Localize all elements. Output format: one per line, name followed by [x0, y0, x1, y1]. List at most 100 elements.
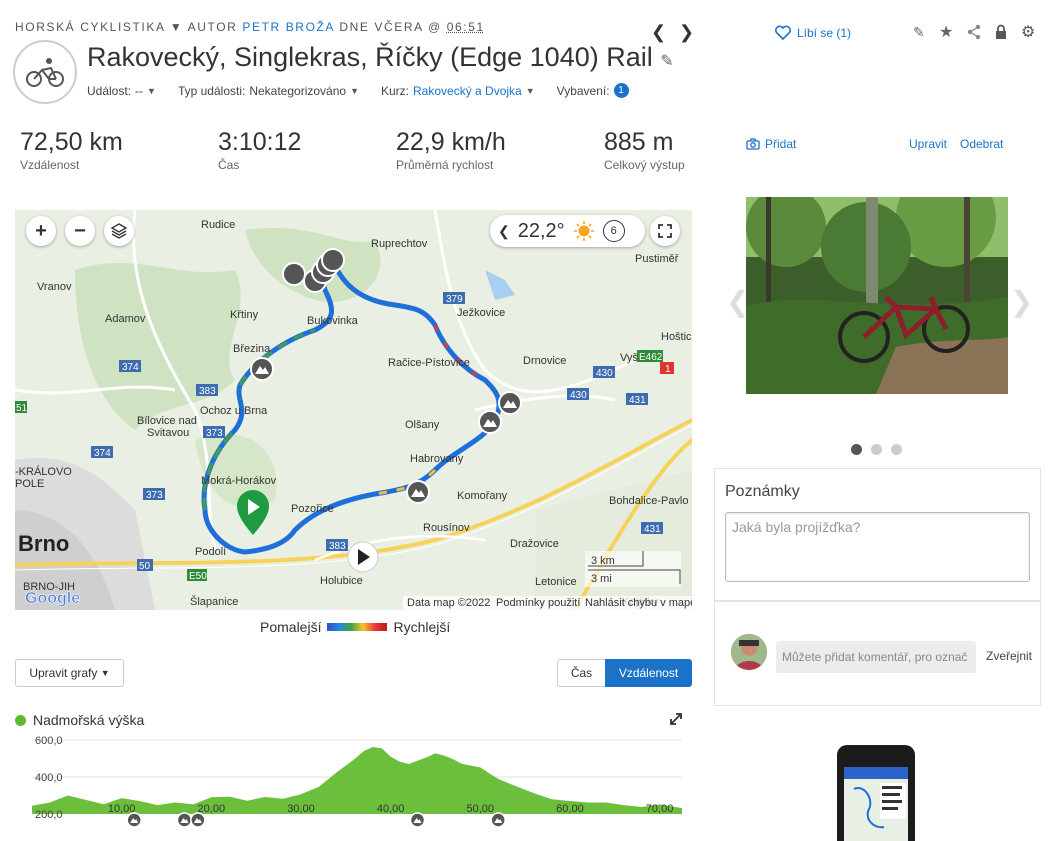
y-tick-label: 400,0 — [35, 772, 63, 784]
photo-page-dot[interactable] — [871, 444, 882, 455]
svg-text:Křtiny: Křtiny — [230, 309, 259, 321]
svg-text:Hoštice: Hoštice — [661, 331, 692, 343]
svg-text:50: 50 — [139, 561, 151, 572]
svg-text:51: 51 — [16, 403, 28, 414]
publish-button[interactable]: Zveřejnit — [986, 649, 1032, 663]
svg-text:431: 431 — [629, 395, 646, 406]
activity-meta: Událost: -- ▼ Typ události: Nekategorizován… — [87, 83, 647, 98]
svg-text:Komořany: Komořany — [457, 490, 508, 502]
caret-down-icon: ▼ — [147, 85, 156, 96]
comment-input[interactable]: Můžete přidat komentář, pro označ — [776, 641, 976, 673]
distance-toggle[interactable]: Vzdálenost — [605, 659, 692, 687]
weather-widget[interactable]: ❮ 22,2° 6 — [490, 215, 645, 247]
gear-count-badge: 1 — [613, 83, 629, 98]
play-route-button[interactable] — [347, 541, 379, 573]
chevron-left-icon[interactable]: ❮ — [726, 285, 749, 318]
activity-type[interactable]: HORSKÁ CYKLISTIKA — [15, 20, 165, 34]
stat-time: 3:10:12 Čas — [218, 128, 302, 172]
series-dot — [15, 714, 26, 726]
svg-text:Vranov: Vranov — [37, 281, 72, 293]
map-report-link[interactable]: Nahlásit chybu v mapě — [585, 597, 692, 609]
event-dropdown[interactable]: Událost: -- ▼ — [87, 84, 156, 98]
svg-text:373: 373 — [146, 490, 163, 501]
summit-marker[interactable] — [498, 391, 522, 415]
edit-photo-link[interactable]: Upravit — [909, 137, 947, 151]
svg-text:374: 374 — [122, 362, 139, 373]
svg-text:E50: E50 — [189, 571, 207, 582]
x-tick-label: 60,00 — [556, 803, 584, 815]
photo-page-dot[interactable] — [891, 444, 902, 455]
expand-chart-icon[interactable] — [670, 712, 682, 730]
avatar — [731, 634, 767, 670]
svg-text:3 mi: 3 mi — [591, 573, 612, 585]
x-tick-label: 40,00 — [377, 803, 405, 815]
y-tick-label: 600,0 — [35, 735, 63, 747]
svg-text:Holubice: Holubice — [320, 575, 363, 587]
pencil-icon[interactable]: ✎ — [913, 24, 925, 41]
svg-text:383: 383 — [199, 386, 216, 397]
svg-text:Letonice: Letonice — [535, 576, 577, 588]
svg-text:3 km: 3 km — [591, 555, 615, 567]
pencil-icon[interactable]: ✎ — [660, 53, 673, 70]
elevation-chart[interactable]: 600,0400,0200,0 10,00 20,00 30,00 40,00 50,00… — [0, 730, 700, 841]
gear-icon[interactable]: ⚙ — [1021, 22, 1035, 42]
chevron-left-icon[interactable]: ❮ — [651, 22, 666, 43]
caret-down-icon: ▼ — [100, 668, 110, 678]
stat-avg-speed: 22,9 km/h Průměrná rychlost — [396, 128, 506, 172]
activity-photo[interactable] — [746, 197, 1008, 394]
course-dropdown[interactable]: Kurz: Rakovecký a Dvojka ▼ — [381, 84, 535, 98]
caret-down-icon: ▼ — [525, 85, 535, 96]
author-link[interactable]: PETR BROŽA — [242, 20, 334, 34]
chevron-right-icon[interactable]: ❯ — [679, 22, 694, 43]
svg-text:Ruprechtov: Ruprechtov — [371, 238, 428, 250]
x-tick-label: 70,00 — [646, 803, 674, 815]
route-map[interactable]: Rudice Ruprechtov Pustiměř Vranov Adamov… — [15, 210, 692, 610]
svg-text:Rousínov: Rousínov — [423, 522, 470, 534]
svg-text:431: 431 — [644, 524, 661, 535]
caret-down-icon[interactable]: ▼ — [170, 20, 183, 34]
svg-text:Rudice: Rudice — [201, 219, 235, 231]
gear-indicator[interactable]: Vybavení: 1 — [557, 83, 629, 98]
x-tick-label: 30,00 — [287, 803, 315, 815]
like-button[interactable]: Líbí se (1) — [775, 25, 851, 40]
map-layers-button[interactable] — [104, 216, 134, 246]
map-canvas[interactable]: Rudice Ruprechtov Pustiměř Vranov Adamov… — [15, 210, 692, 610]
svg-text:Bukovinka: Bukovinka — [307, 315, 359, 327]
star-icon[interactable]: ★ — [939, 22, 953, 42]
zoom-in-button[interactable]: + — [26, 216, 56, 246]
notes-textarea[interactable]: Jaká byla projížďka? — [725, 512, 1030, 582]
add-photo-button[interactable]: Přidat — [746, 137, 796, 151]
edit-charts-dropdown[interactable]: Upravit grafy ▼ — [15, 659, 124, 687]
remove-photo-link[interactable]: Odebrat — [960, 137, 1003, 151]
time-toggle[interactable]: Čas — [557, 659, 606, 687]
photo-page-dot-active[interactable] — [851, 444, 862, 455]
svg-text:430: 430 — [596, 368, 613, 379]
google-logo[interactable]: Google — [25, 590, 81, 608]
map-terms-link[interactable]: Podmínky použití — [496, 597, 580, 609]
lock-icon[interactable] — [994, 24, 1008, 43]
stat-distance: 72,50 km Vzdálenost — [20, 128, 123, 172]
svg-text:Habrovany: Habrovany — [410, 453, 464, 465]
device-image — [837, 745, 915, 841]
svg-text:Šlapanice: Šlapanice — [190, 595, 238, 608]
y-tick-label: 200,0 — [35, 809, 63, 821]
elevation-chart-title: Nadmořská výška — [15, 712, 144, 728]
summit-marker[interactable] — [406, 480, 430, 504]
svg-text:374: 374 — [94, 448, 111, 459]
speed-gradient — [327, 623, 388, 631]
chevron-right-icon[interactable]: ❯ — [1010, 285, 1033, 318]
svg-text:POLE: POLE — [15, 478, 44, 490]
fullscreen-button[interactable] — [650, 216, 680, 246]
svg-text:Dražovice: Dražovice — [510, 538, 559, 550]
zoom-out-button[interactable]: − — [65, 216, 95, 246]
share-icon[interactable] — [966, 24, 982, 43]
chevron-left-icon[interactable]: ❮ — [498, 223, 510, 240]
event-type-dropdown[interactable]: Typ události: Nekategorizováno ▼ — [178, 84, 359, 98]
layers-icon — [110, 223, 128, 239]
summit-marker[interactable] — [478, 410, 502, 434]
svg-text:373: 373 — [206, 428, 223, 439]
svg-text:Brno: Brno — [18, 531, 69, 556]
summit-marker[interactable] — [250, 357, 274, 381]
speed-legend: Pomalejší Rychlejší — [260, 619, 451, 635]
caret-down-icon: ▼ — [350, 85, 359, 96]
